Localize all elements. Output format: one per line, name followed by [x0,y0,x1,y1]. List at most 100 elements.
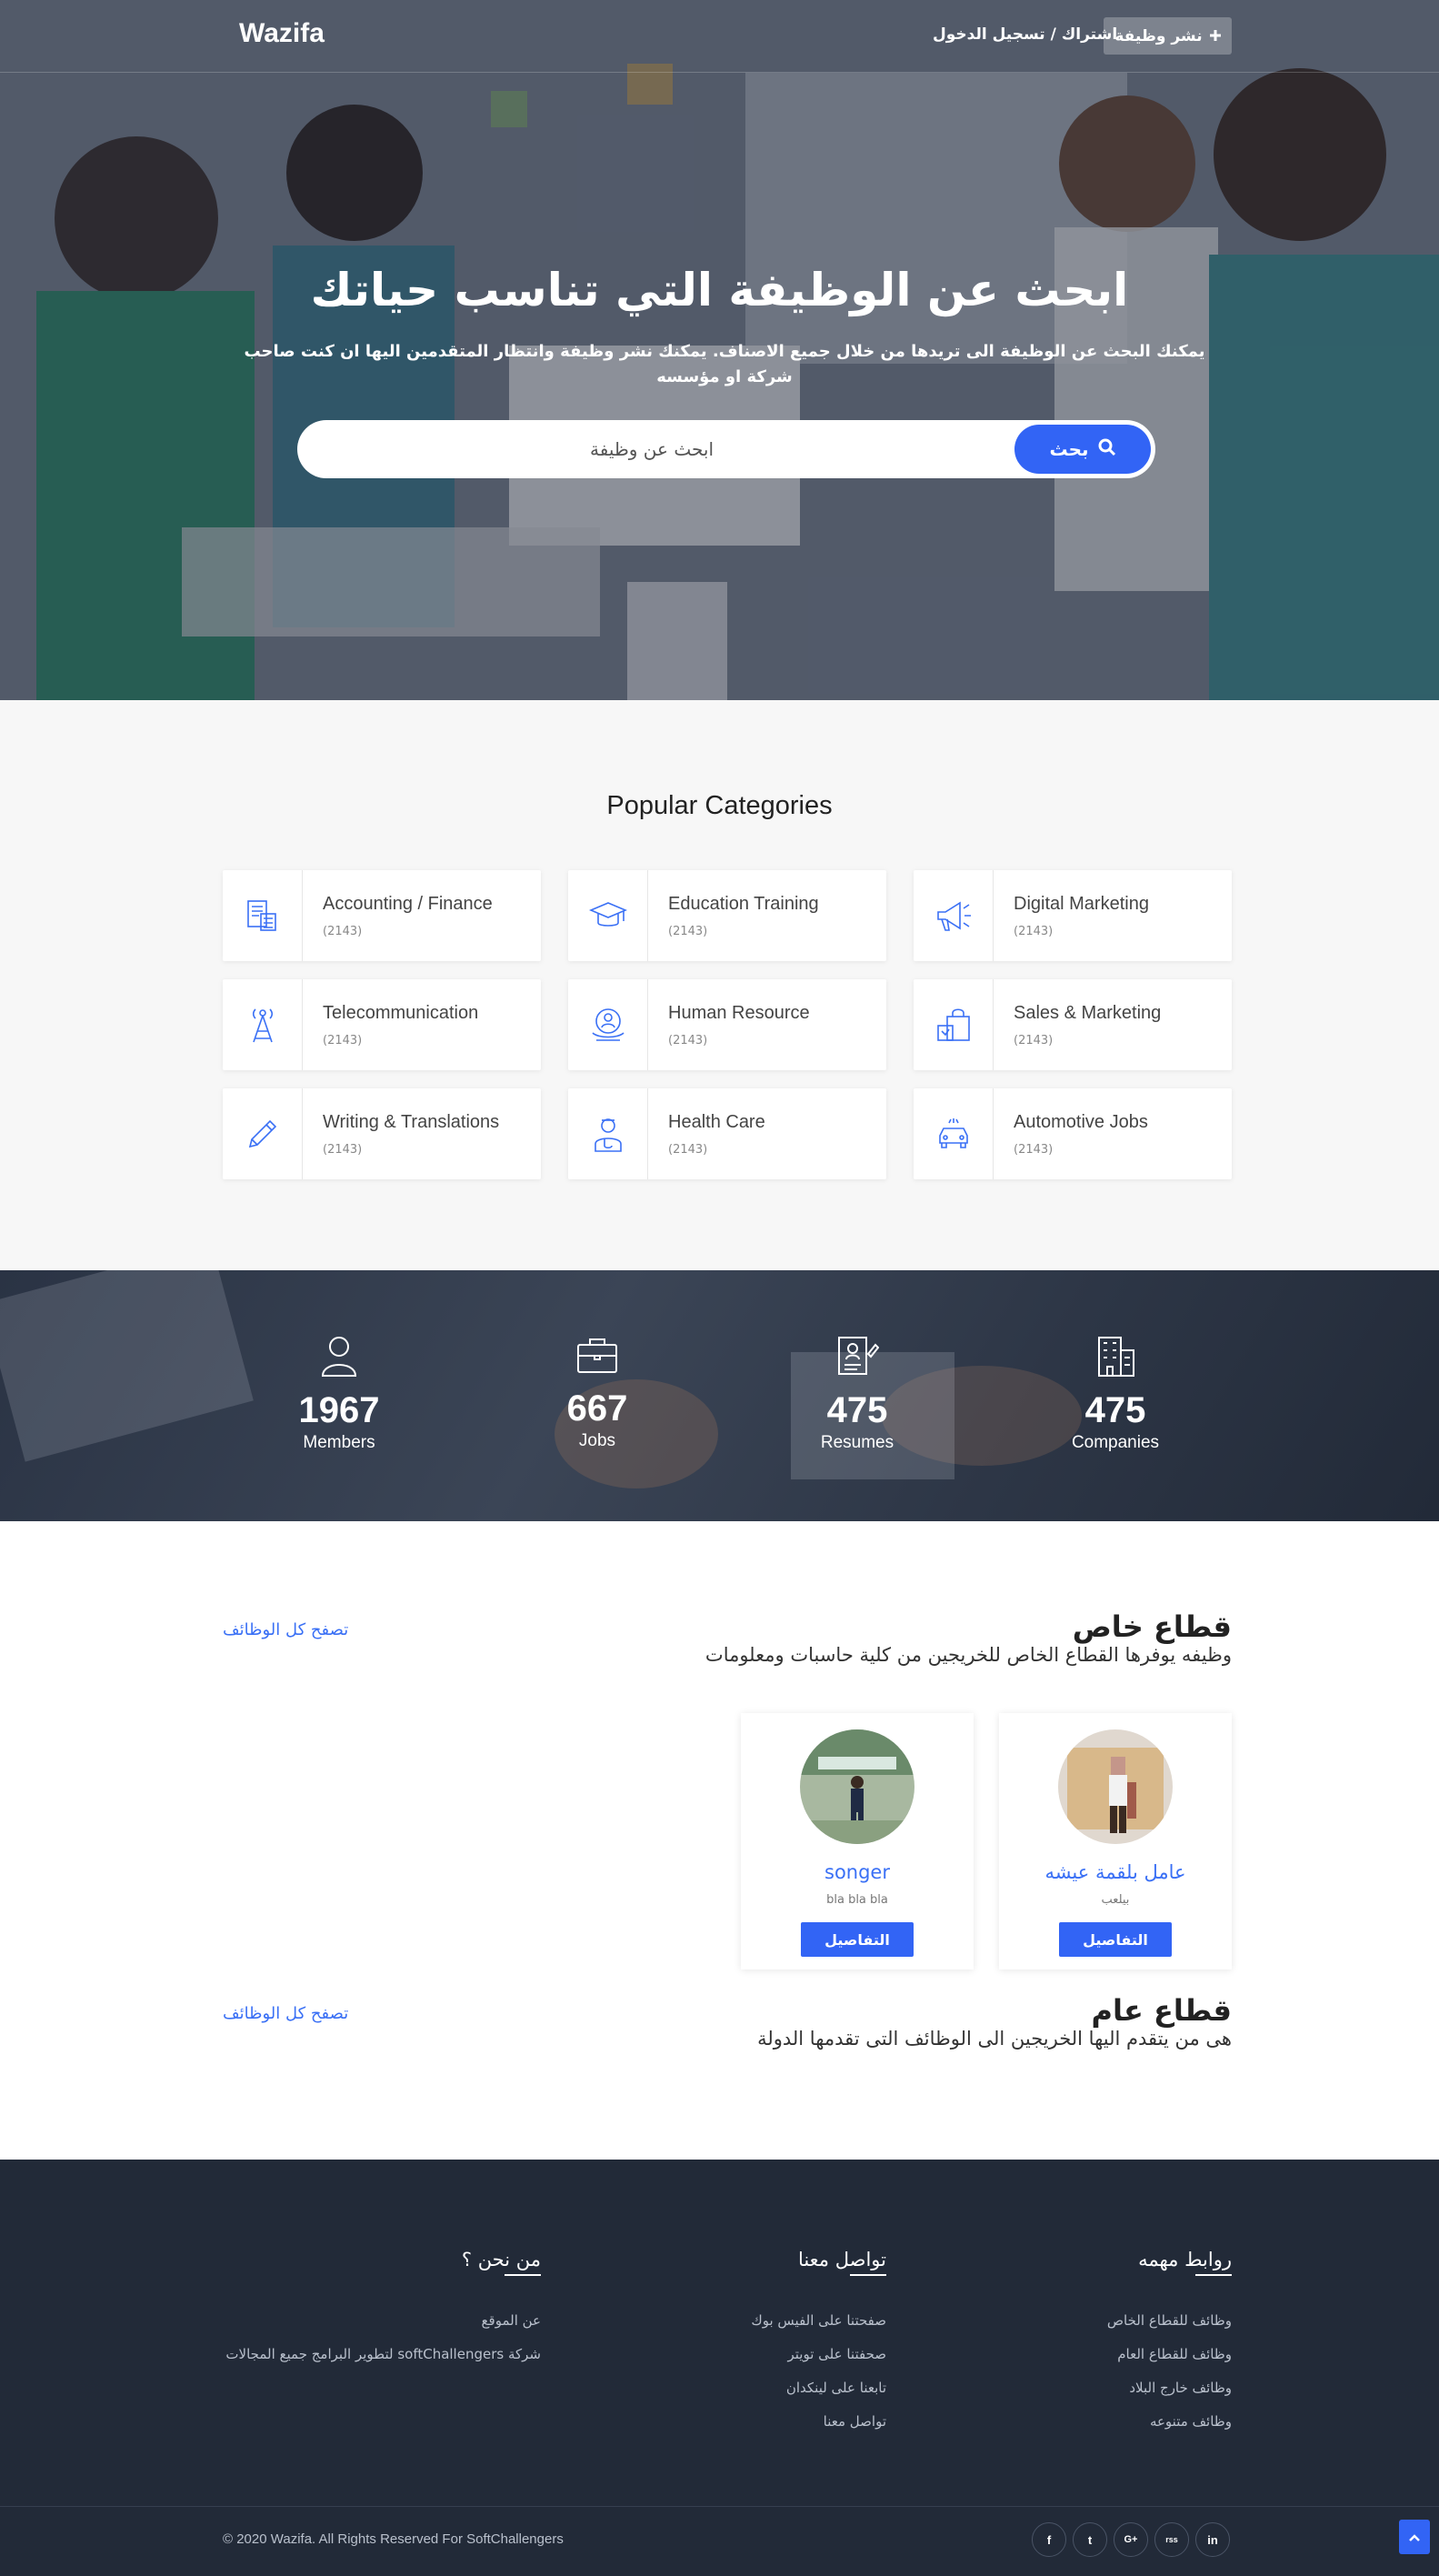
job-description: bla bla bla [826,1893,888,1907]
category-count: (2143) [1014,925,1054,938]
post-job-button[interactable]: نشر وظيفة [1104,17,1232,55]
chevron-up-icon [1408,2529,1421,2546]
category-card-human-resource[interactable]: Human Resource (2143) [568,979,886,1070]
stats-background-image [0,1270,1082,1488]
category-name: Automotive Jobs [1014,1112,1148,1132]
stat-label: Jobs [578,1431,616,1450]
footer-link[interactable]: تابعنا على لينكدان [786,2380,886,2396]
stat-number: 1967 [298,1390,380,1430]
car-icon [914,1088,994,1179]
private-sector-description: وظيفه يوفرها القطاع الخاص للخريجين من كل… [705,1644,1232,1666]
footer-text: شركة softChallengers لتطوير البرامج جميع… [225,2346,541,2362]
antenna-tower-icon [223,979,303,1070]
job-card[interactable]: songer bla bla bla التفاصيل [741,1713,974,1970]
site-footer [0,2160,1439,2576]
search-button[interactable]: بحث [1014,425,1151,474]
category-name: Human Resource [668,1003,810,1023]
footer-link[interactable]: صفحتنا على الفيس بوك [751,2312,886,2329]
footer-link[interactable]: وظائف خارج البلاد [1129,2380,1232,2396]
resume-icon [835,1337,880,1381]
category-count: (2143) [323,1034,363,1047]
browse-public-jobs-link[interactable]: تصفح كل الوظائف [223,2004,348,2023]
public-sector-description: هى من يتقدم اليها الخريجين الى الوظائف ا… [757,2028,1232,2050]
site-logo[interactable]: Wazifa [239,18,325,49]
facebook-icon[interactable]: f [1032,2522,1066,2557]
hero-title: ابحث عن الوظيفة التي تناسب حياتك [310,264,1129,316]
category-card-digital-marketing[interactable]: Digital Marketing (2143) [914,870,1232,961]
category-name: Telecommunication [323,1003,479,1023]
job-title[interactable]: songer [741,1861,974,1883]
accounting-icon [223,870,303,961]
job-details-button[interactable]: التفاصيل [801,1922,914,1957]
job-card[interactable]: عامل بلقمة عيشه بيلعب التفاصيل [999,1713,1232,1970]
google-plus-icon[interactable]: G+ [1114,2522,1148,2557]
stats-section: 1967 Members 667 Jobs 475 Resumes 475 Co… [0,1270,1439,1521]
stat-number: 475 [1084,1390,1146,1430]
category-count: (2143) [323,925,363,938]
footer-link[interactable]: صحفتنا على تويتر [788,2346,887,2362]
shopping-bag-icon [914,979,994,1070]
graduation-cap-icon [568,870,648,961]
category-name: Digital Marketing [1014,894,1149,914]
stat-members: 1967 Members [248,1334,430,1453]
stat-label: Resumes [820,1433,894,1452]
stat-label: Members [303,1433,375,1452]
stat-jobs: 667 Jobs [506,1334,688,1451]
job-title[interactable]: عامل بلقمة عيشه [999,1861,1232,1883]
footer-link[interactable]: وظائف للقطاع الخاص [1107,2312,1232,2329]
public-sector-title: قطاع عام [1091,1993,1232,2028]
human-resource-icon [568,979,648,1070]
stat-resumes: 475 Resumes [766,1334,948,1453]
category-card-education[interactable]: Education Training (2143) [568,870,886,961]
job-description: بيلعب [1101,1893,1130,1907]
footer-link[interactable]: عن الموقع [482,2312,541,2329]
login-register-link[interactable]: اشتراك / تسجيل الدخول [933,25,1117,44]
stat-number: 475 [826,1390,888,1430]
hero-section: Wazifa اشتراك / تسجيل الدخول نشر وظيفة ا… [0,0,1439,700]
category-count: (2143) [1014,1143,1054,1157]
category-name: Writing & Translations [323,1112,500,1132]
footer-heading-important-links: روابط مهمه [1138,2249,1232,2276]
job-avatar [800,1729,914,1844]
post-job-label: نشر وظيفة [1114,26,1203,45]
plus-icon [1209,27,1221,45]
category-count: (2143) [1014,1034,1054,1047]
category-name: Health Care [668,1112,765,1132]
job-details-button[interactable]: التفاصيل [1059,1922,1172,1957]
stat-number: 667 [566,1388,628,1428]
category-card-sales-marketing[interactable]: Sales & Marketing (2143) [914,979,1232,1070]
footer-heading-about: من نحن ؟ [461,2249,542,2276]
category-card-automotive[interactable]: Automotive Jobs (2143) [914,1088,1232,1179]
category-count: (2143) [323,1143,363,1157]
footer-link[interactable]: تواصل معنا [824,2413,886,2430]
twitter-icon[interactable]: t [1073,2522,1107,2557]
job-avatar [1058,1729,1173,1844]
category-name: Accounting / Finance [323,894,493,914]
back-to-top-button[interactable] [1399,2520,1430,2554]
footer-divider [0,2506,1439,2507]
user-icon [319,1337,359,1381]
private-sector-title: قطاع خاص [1072,1609,1232,1644]
footer-link[interactable]: وظائف للقطاع العام [1117,2346,1232,2362]
category-count: (2143) [668,925,708,938]
category-card-telecommunication[interactable]: Telecommunication (2143) [223,979,541,1070]
stat-companies: 475 Companies [1024,1334,1206,1453]
footer-link[interactable]: وظائف متنوعه [1150,2413,1232,2430]
megaphone-icon [914,870,994,961]
building-icon [1094,1337,1137,1381]
category-card-health-care[interactable]: Health Care (2143) [568,1088,886,1179]
categories-title: Popular Categories [606,791,833,820]
top-navbar: Wazifa اشتراك / تسجيل الدخول نشر وظيفة [0,0,1439,73]
category-name: Education Training [668,894,819,914]
category-count: (2143) [668,1034,708,1047]
search-bar: بحث [297,420,1155,478]
footer-heading-contact: تواصل معنا [797,2249,887,2276]
category-card-accounting[interactable]: Accounting / Finance (2143) [223,870,541,961]
browse-private-jobs-link[interactable]: تصفح كل الوظائف [223,1620,348,1639]
job-search-input[interactable] [325,429,979,469]
category-card-writing[interactable]: Writing & Translations (2143) [223,1088,541,1179]
rss-icon[interactable]: rss [1154,2522,1189,2557]
linkedin-icon[interactable]: in [1195,2522,1230,2557]
pencil-icon [223,1088,303,1179]
search-icon [1098,438,1116,461]
